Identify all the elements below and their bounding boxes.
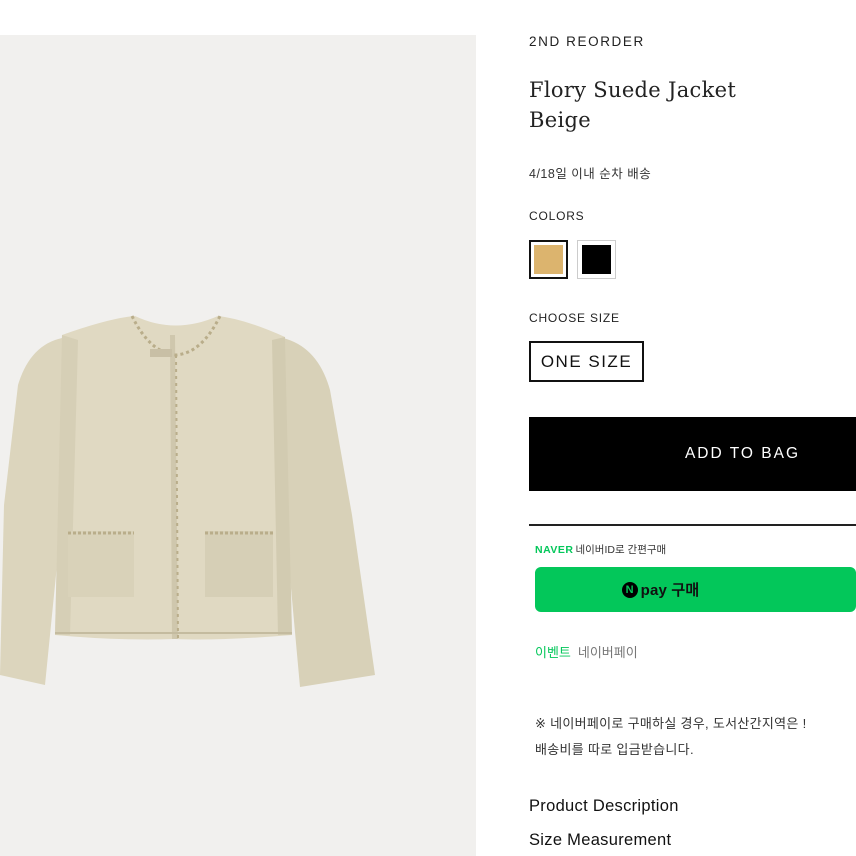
swatch-fill-beige xyxy=(534,245,563,274)
product-description-link[interactable]: Product Description xyxy=(529,797,679,816)
naver-pay-label: pay 구매 xyxy=(640,582,700,599)
add-to-bag-button[interactable]: ADD TO BAG xyxy=(529,417,856,491)
swatch-fill-black xyxy=(582,245,611,274)
product-title-line1: Flory Suede Jacket xyxy=(529,78,737,102)
naver-pay-divider xyxy=(529,524,856,526)
color-swatch-beige[interactable] xyxy=(529,240,568,279)
naver-pay-notice: ※ 네이버페이로 구매하실 경우, 도서산간지역은 ! 배송비를 따로 입금받습… xyxy=(535,711,807,763)
product-title: Flory Suede Jacket Beige xyxy=(529,75,789,135)
product-photo xyxy=(0,315,375,687)
naver-pay-button[interactable]: N pay 구매 xyxy=(535,567,856,612)
naver-n-icon: N xyxy=(621,581,638,598)
naver-subtitle: 네이버ID로 간편구매 xyxy=(575,544,667,556)
naver-header: NAVER 네이버ID로 간편구매 xyxy=(535,542,666,557)
naver-logo: NAVER xyxy=(535,544,574,556)
event-tag[interactable]: 이벤트 xyxy=(535,645,571,660)
brand-name[interactable]: 2ND REORDER xyxy=(529,34,645,49)
notice-line1: ※ 네이버페이로 구매하실 경우, 도서산간지역은 ! xyxy=(535,716,807,731)
event-text: 네이버페이 xyxy=(577,645,638,660)
choose-size-label: CHOOSE SIZE xyxy=(529,311,620,325)
product-info: 2ND REORDER Flory Suede Jacket Beige 4/1… xyxy=(529,0,856,856)
right-sleeve xyxy=(280,338,375,687)
event-row: 이벤트 네이버페이 xyxy=(535,642,638,661)
notice-line2: 배송비를 따로 입금받습니다. xyxy=(535,742,694,757)
color-swatch-black[interactable] xyxy=(577,240,616,279)
size-measurement-link[interactable]: Size Measurement xyxy=(529,831,671,850)
colors-label: COLORS xyxy=(529,209,585,223)
size-option-one-size[interactable]: ONE SIZE xyxy=(529,341,644,382)
naver-pay-content: N pay 구매 xyxy=(621,579,700,600)
product-title-line2: Beige xyxy=(529,108,591,132)
shipping-note: 4/18일 이내 순차 배송 xyxy=(529,167,652,181)
product-image-panel xyxy=(0,35,476,856)
